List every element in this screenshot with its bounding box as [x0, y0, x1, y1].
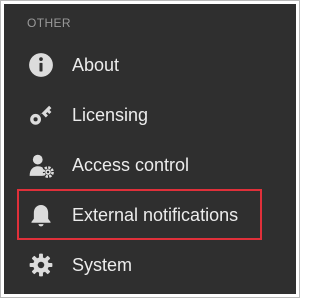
sidebar-item-label: Access control [72, 154, 190, 175]
sidebar-menu: About Licensing Access control External … [4, 40, 296, 290]
sidebar-item-label: External notifications [72, 204, 239, 225]
sidebar-item-access-control[interactable]: Access control [4, 140, 296, 190]
sidebar-item-label: System [72, 254, 133, 275]
sidebar-item-label: Licensing [72, 104, 149, 125]
gear-icon [28, 252, 54, 278]
sidebar-item-external-notifications[interactable]: External notifications [4, 190, 296, 240]
sidebar-item-label: About [72, 54, 120, 75]
sidebar-panel: OTHER About Licensing Access control Ext… [4, 4, 296, 294]
screenshot-frame: OTHER About Licensing Access control Ext… [0, 0, 300, 298]
sidebar-item-about[interactable]: About [4, 40, 296, 90]
info-circle-icon [28, 52, 54, 78]
bell-icon [28, 202, 54, 228]
user-gear-icon [28, 152, 54, 178]
sidebar-item-licensing[interactable]: Licensing [4, 90, 296, 140]
section-label-other: OTHER [27, 16, 71, 30]
sidebar-item-system[interactable]: System [4, 240, 296, 290]
key-icon [28, 102, 54, 128]
